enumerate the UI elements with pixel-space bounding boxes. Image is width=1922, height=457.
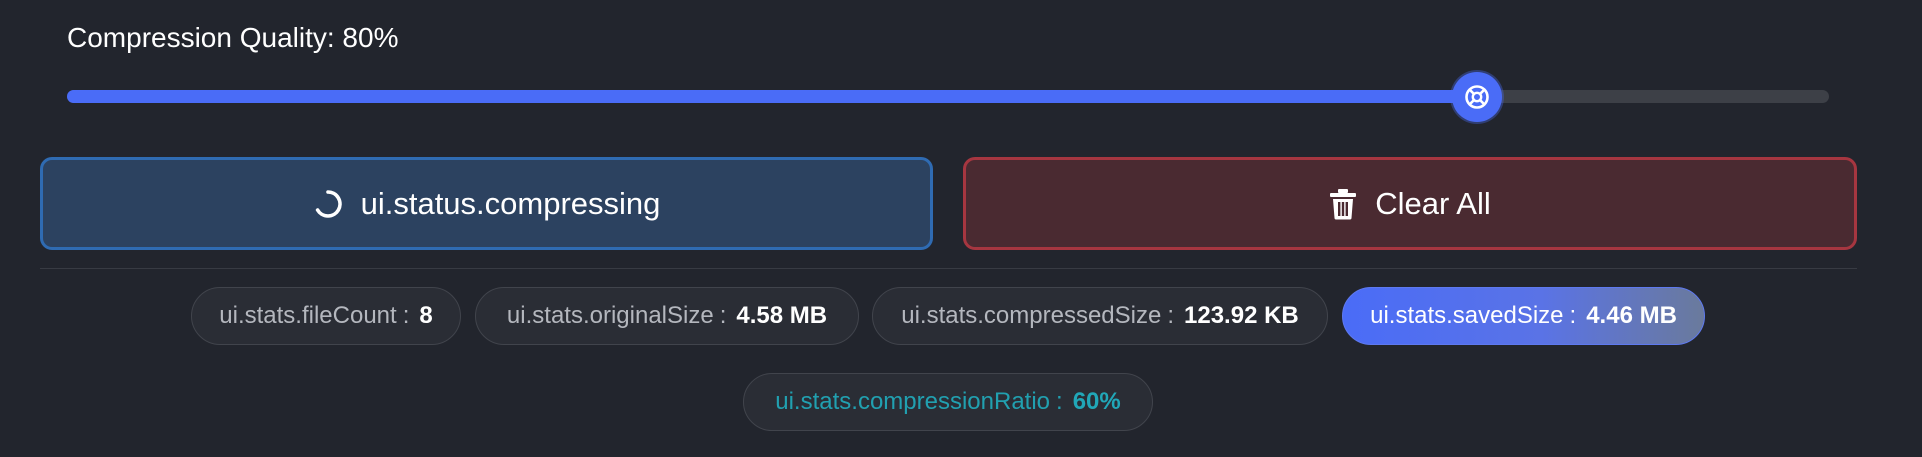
divider	[40, 268, 1857, 269]
stat-saved-size: ui.stats.savedSize : 4.46 MB	[1342, 287, 1705, 345]
stat-label: ui.stats.savedSize	[1370, 302, 1564, 329]
stat-separator: :	[1569, 302, 1577, 329]
trash-icon	[1329, 188, 1357, 220]
stat-value: 4.58 MB	[736, 302, 828, 329]
stat-separator: :	[402, 302, 410, 329]
compression-panel: Compression Quality: 80% ui.status.compr…	[0, 0, 1922, 457]
stat-compressed-size: ui.stats.compressedSize : 123.92 KB	[872, 287, 1328, 345]
slider-fill	[67, 90, 1477, 103]
spinner-icon	[313, 189, 343, 219]
compression-quality-label: Compression Quality: 80%	[67, 22, 399, 53]
clear-all-button[interactable]: Clear All	[963, 157, 1857, 250]
stat-original-size: ui.stats.originalSize : 4.58 MB	[475, 287, 859, 345]
stat-compression-ratio: ui.stats.compressionRatio : 60%	[743, 373, 1153, 431]
lifebuoy-icon	[1464, 84, 1490, 110]
stat-label: ui.stats.compressedSize	[901, 302, 1162, 329]
stat-value: 4.46 MB	[1586, 302, 1677, 329]
clear-all-button-label: Clear All	[1375, 185, 1491, 221]
stat-value: 123.92 KB	[1184, 302, 1299, 329]
slider-thumb[interactable]	[1451, 71, 1502, 122]
stat-file-count: ui.stats.fileCount : 8	[191, 287, 461, 345]
compression-quality-slider[interactable]	[67, 71, 1829, 122]
stat-label: ui.stats.originalSize	[506, 302, 714, 329]
compress-button-label: ui.status.compressing	[360, 185, 661, 221]
stat-label: ui.stats.compressionRatio	[775, 388, 1051, 415]
stat-separator: :	[1056, 388, 1063, 415]
stat-separator: :	[1167, 302, 1175, 329]
compress-button[interactable]: ui.status.compressing	[40, 157, 933, 250]
stat-value: 60%	[1072, 388, 1121, 415]
stat-label: ui.stats.fileCount	[219, 302, 397, 329]
stat-value: 8	[419, 302, 433, 329]
stat-separator: :	[719, 302, 727, 329]
